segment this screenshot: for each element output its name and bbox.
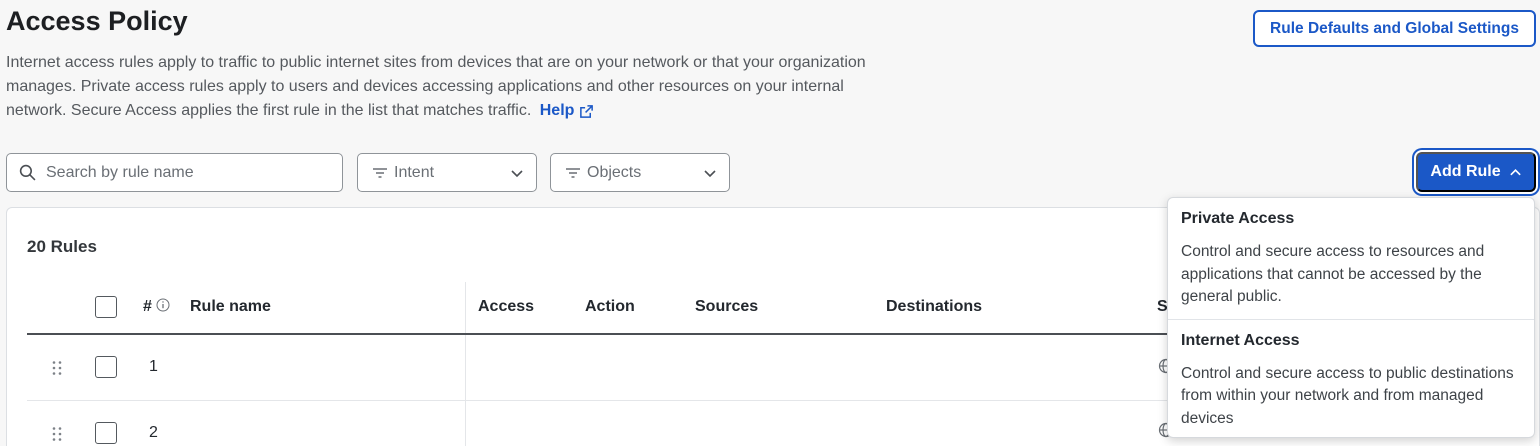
chevron-up-icon <box>1509 168 1521 175</box>
column-number-label: # <box>143 298 152 315</box>
external-link-icon <box>580 104 594 118</box>
info-icon[interactable] <box>156 298 170 312</box>
add-rule-button[interactable]: Add Rule <box>1416 152 1536 192</box>
menu-item-private-access[interactable]: Private Access Control and secure access… <box>1168 198 1534 319</box>
add-rule-label: Add Rule <box>1430 163 1501 180</box>
filter-icon <box>566 167 580 178</box>
menu-item-description: Control and secure access to public dest… <box>1181 364 1514 427</box>
search-box <box>6 153 343 192</box>
chevron-down-icon <box>704 169 716 177</box>
drag-handle-icon[interactable] <box>51 426 63 442</box>
filter-icon <box>373 167 387 178</box>
row-checkbox[interactable] <box>95 422 117 444</box>
page-description: Internet access rules apply to traffic t… <box>6 51 906 123</box>
menu-item-title: Internet Access <box>1181 331 1300 349</box>
page-title: Access Policy <box>6 6 188 36</box>
column-header-action[interactable]: Action <box>585 298 635 316</box>
help-link-label: Help <box>539 102 575 119</box>
menu-item-internet-access[interactable]: Internet Access Control and secure acces… <box>1168 318 1534 438</box>
menu-item-title: Private Access <box>1181 210 1295 227</box>
objects-filter-label: Objects <box>587 163 642 181</box>
table-row-number: 1 <box>149 358 158 375</box>
intent-filter-label: Intent <box>394 163 435 181</box>
row-checkbox[interactable] <box>95 356 117 378</box>
select-all-checkbox[interactable] <box>95 296 117 318</box>
column-header-destinations[interactable]: Destinations <box>886 298 982 316</box>
add-rule-menu: Private Access Control and secure access… <box>1167 197 1535 438</box>
menu-item-description: Control and secure access to resources a… <box>1181 243 1485 305</box>
column-header-number: # <box>143 298 170 316</box>
column-divider <box>465 282 466 446</box>
column-header-rule-name[interactable]: Rule name <box>190 298 271 316</box>
description-text: Internet access rules apply to traffic t… <box>6 54 866 119</box>
drag-handle-icon[interactable] <box>51 360 63 376</box>
objects-filter[interactable]: Objects <box>550 153 730 192</box>
intent-filter[interactable]: Intent <box>357 153 537 192</box>
table-row-divider <box>27 400 1207 401</box>
rule-defaults-button[interactable]: Rule Defaults and Global Settings <box>1253 10 1536 47</box>
help-link[interactable]: Help <box>540 99 595 123</box>
chevron-down-icon <box>511 169 523 177</box>
search-icon <box>19 164 36 181</box>
rules-count: 20 Rules <box>27 237 97 256</box>
search-input[interactable] <box>46 163 326 182</box>
table-row-number: 2 <box>149 424 158 441</box>
column-header-sources[interactable]: Sources <box>695 298 758 316</box>
column-header-access[interactable]: Access <box>478 298 534 316</box>
table-header-divider <box>27 333 1207 335</box>
